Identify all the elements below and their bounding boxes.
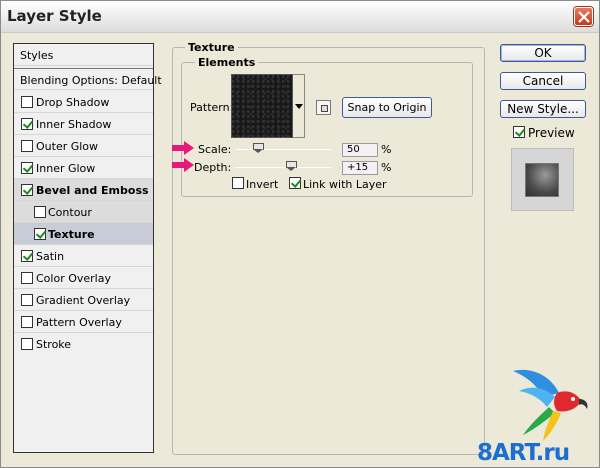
contour-label: Contour xyxy=(48,206,92,219)
contour-checkbox[interactable] xyxy=(34,206,46,218)
depth-slider-thumb[interactable] xyxy=(286,161,298,171)
inner-glow-checkbox[interactable] xyxy=(21,162,33,174)
color-overlay-label: Color Overlay xyxy=(36,272,111,285)
gradient-overlay-checkbox[interactable] xyxy=(21,294,33,306)
invert-checkbox[interactable] xyxy=(232,177,244,189)
blending-options-label: Blending Options: Default xyxy=(20,74,162,87)
style-item-inner-glow[interactable]: Inner Glow xyxy=(14,157,153,179)
scale-unit: % xyxy=(381,143,392,156)
invert-label: Invert xyxy=(246,178,279,191)
cancel-button[interactable]: Cancel xyxy=(500,72,586,90)
drop-shadow-label: Drop Shadow xyxy=(36,96,110,109)
texture-group-title: Texture xyxy=(185,41,238,54)
depth-slider[interactable] xyxy=(235,167,331,168)
style-item-satin[interactable]: Satin xyxy=(14,245,153,267)
style-item-drop-shadow[interactable]: Drop Shadow xyxy=(14,91,153,113)
style-preview-thumbnail xyxy=(511,148,574,211)
outer-glow-label: Outer Glow xyxy=(36,140,99,153)
parrot-logo-icon xyxy=(513,369,588,441)
bevel-emboss-label: Bevel and Emboss xyxy=(36,184,149,197)
scale-label: Scale: xyxy=(198,143,232,156)
satin-checkbox[interactable] xyxy=(21,250,33,262)
snap-to-origin-button[interactable]: Snap to Origin xyxy=(342,97,432,118)
texture-checkbox[interactable] xyxy=(34,228,46,240)
depth-input[interactable]: +15 xyxy=(342,161,378,175)
pattern-picker-arrow[interactable] xyxy=(293,74,305,138)
ok-button[interactable]: OK xyxy=(500,44,586,62)
style-item-gradient-overlay[interactable]: Gradient Overlay xyxy=(14,289,153,311)
stroke-checkbox[interactable] xyxy=(21,338,33,350)
outer-glow-checkbox[interactable] xyxy=(21,140,33,152)
inner-shadow-label: Inner Shadow xyxy=(36,118,112,131)
stroke-label: Stroke xyxy=(36,338,72,351)
style-item-inner-shadow[interactable]: Inner Shadow xyxy=(14,113,153,135)
pink-arrow-icon xyxy=(172,158,194,172)
depth-label: Depth: xyxy=(194,161,232,174)
style-item-contour[interactable]: Contour xyxy=(14,201,153,223)
scale-input[interactable]: 50 xyxy=(342,143,378,157)
satin-label: Satin xyxy=(36,250,65,263)
styles-header[interactable]: Styles xyxy=(14,44,153,66)
color-overlay-checkbox[interactable] xyxy=(21,272,33,284)
gradient-overlay-label: Gradient Overlay xyxy=(36,294,131,307)
texture-label: Texture xyxy=(48,228,95,241)
style-item-texture[interactable]: Texture xyxy=(14,223,153,245)
bevel-emboss-checkbox[interactable] xyxy=(21,184,33,196)
pattern-overlay-label: Pattern Overlay xyxy=(36,316,122,329)
pink-arrow-icon xyxy=(172,141,194,155)
styles-list: Styles Blending Options: Default Drop Sh… xyxy=(13,43,162,453)
new-pattern-preset-button[interactable] xyxy=(316,100,331,115)
watermark-logo: 8ART.ru xyxy=(477,440,570,466)
style-item-outer-glow[interactable]: Outer Glow xyxy=(14,135,153,157)
style-item-color-overlay[interactable]: Color Overlay xyxy=(14,267,153,289)
link-with-layer-checkbox[interactable] xyxy=(289,177,301,189)
depth-unit: % xyxy=(381,161,392,174)
dialog-title: Layer Style xyxy=(7,7,102,25)
close-button[interactable] xyxy=(574,7,593,26)
new-style-button[interactable]: New Style... xyxy=(500,100,586,118)
layer-style-dialog: Layer Style Styles Blending Options: Def… xyxy=(0,0,600,468)
blending-options-item[interactable]: Blending Options: Default xyxy=(14,68,162,90)
link-with-layer-label: Link with Layer xyxy=(303,178,387,191)
elements-group-title: Elements xyxy=(195,56,259,69)
style-item-stroke[interactable]: Stroke xyxy=(14,333,153,355)
title-bar[interactable]: Layer Style xyxy=(1,1,599,33)
drop-shadow-checkbox[interactable] xyxy=(21,96,33,108)
scale-slider-thumb[interactable] xyxy=(253,143,264,153)
pattern-swatch[interactable] xyxy=(231,74,293,138)
inner-glow-label: Inner Glow xyxy=(36,162,96,175)
scale-slider[interactable] xyxy=(235,149,331,150)
preview-checkbox[interactable] xyxy=(513,126,525,138)
preview-swatch xyxy=(525,163,559,197)
pattern-overlay-checkbox[interactable] xyxy=(21,316,33,328)
inner-shadow-checkbox[interactable] xyxy=(21,118,33,130)
close-icon xyxy=(578,11,590,23)
preview-label: Preview xyxy=(528,126,575,140)
style-item-pattern-overlay[interactable]: Pattern Overlay xyxy=(14,311,153,333)
styles-header-label: Styles xyxy=(20,49,54,62)
elements-group xyxy=(181,62,473,197)
style-item-bevel-emboss[interactable]: Bevel and Emboss xyxy=(14,179,153,201)
pattern-label: Pattern: xyxy=(190,101,234,114)
